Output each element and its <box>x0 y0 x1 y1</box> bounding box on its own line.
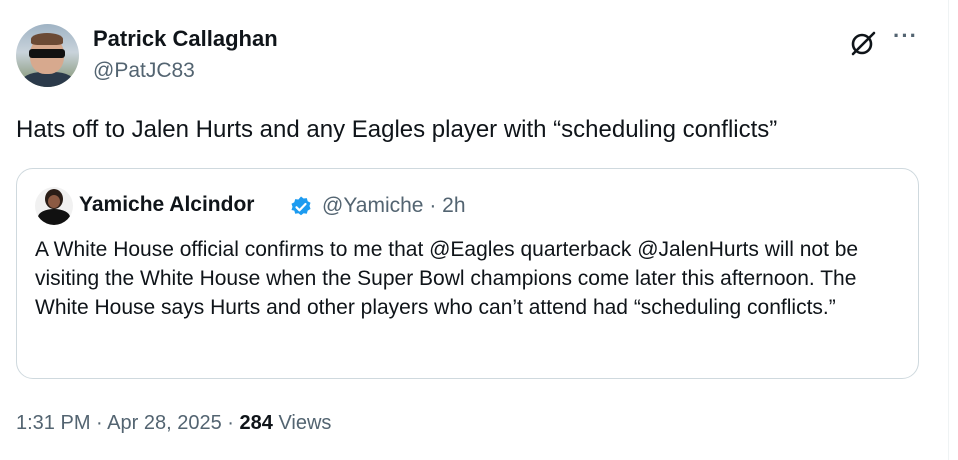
author-handle[interactable]: @PatJC83 <box>93 59 195 83</box>
quoted-separator: · <box>429 194 437 217</box>
author-name[interactable]: Patrick Callaghan <box>93 26 278 52</box>
quoted-avatar-body-shape <box>38 209 70 225</box>
verified-badge-icon <box>291 196 311 216</box>
quoted-handle: @Yamiche <box>322 194 424 217</box>
views-label: Views <box>278 412 332 434</box>
views-count: 284 <box>239 412 273 434</box>
quoted-time: 2h <box>442 194 466 217</box>
tweet-meta: 1:31 PM · Apr 28, 2025 · 284 Views <box>16 412 331 435</box>
meta-separator: · <box>96 412 103 434</box>
right-divider <box>948 0 949 460</box>
avatar-hair-shape <box>31 33 63 45</box>
more-dots-icon[interactable]: ··· <box>893 23 918 49</box>
avatar-body-shape <box>20 72 76 87</box>
quoted-author-name: Yamiche Alcindor <box>79 193 255 216</box>
tweet-time[interactable]: 1:31 PM <box>16 412 90 434</box>
quoted-tweet-card[interactable]: Yamiche Alcindor @Yamiche · 2h A White H… <box>16 168 919 379</box>
avatar-glasses-shape <box>29 49 65 58</box>
quoted-tweet-text: A White House official confirms to me th… <box>35 238 859 319</box>
meta-separator-2: · <box>227 412 234 434</box>
grok-icon[interactable] <box>848 28 878 58</box>
quoted-avatar-face-shape <box>48 195 60 208</box>
author-avatar[interactable] <box>16 24 79 87</box>
quoted-author-avatar <box>35 187 73 225</box>
tweet-text: Hats off to Jalen Hurts and any Eagles p… <box>16 116 778 143</box>
tweet-date[interactable]: Apr 28, 2025 <box>107 412 222 434</box>
quoted-author-handle-time: @Yamiche · 2h <box>322 194 466 218</box>
